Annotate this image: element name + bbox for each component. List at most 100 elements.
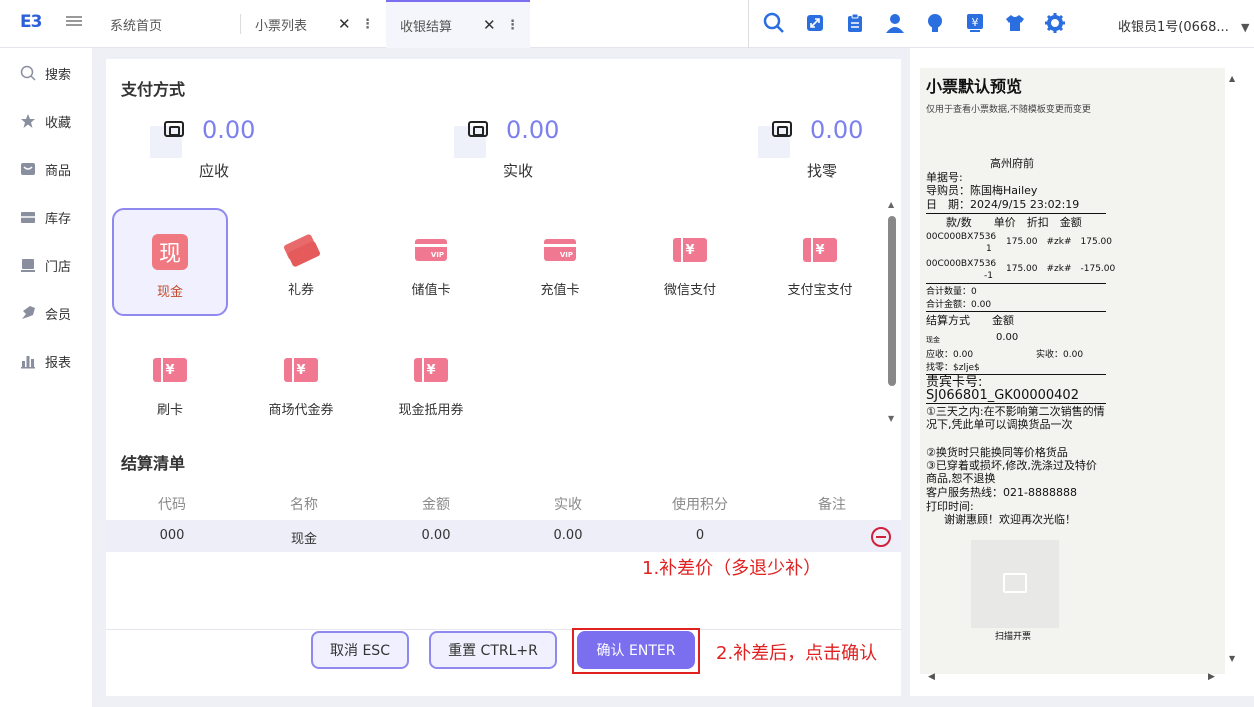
payment-methods: 现 现金 礼券 储值卡 充值卡 ¥ 微信支付 ¥ 支付宝支付 ¥ 刷卡 ¥ 商场… (106, 196, 886, 436)
method-wechat-pay[interactable]: ¥ 微信支付 (632, 208, 748, 316)
sidebar-item-label: 收藏 (45, 115, 72, 131)
scroll-right-icon[interactable]: ▶ (1208, 672, 1215, 682)
expand-icon[interactable] (804, 12, 826, 34)
close-icon[interactable]: ✕ (338, 15, 351, 33)
summary-value: 0.00 (810, 116, 864, 144)
tab-home[interactable]: 系统首页 (110, 0, 240, 48)
scroll-down-icon[interactable]: ▼ (1229, 654, 1235, 663)
cell-received[interactable]: 0.00 (508, 528, 628, 543)
goods-icon (20, 161, 36, 177)
method-recharge-card[interactable]: 充值卡 (502, 208, 618, 316)
receipt-doc-no: 单据号: (926, 171, 963, 184)
receipt-subtitle: 仅用于查看小票数据,不随模板变更而变更 (926, 105, 1091, 115)
receipt-receivable: 应收：0.00 (926, 350, 974, 360)
scroll-down-icon[interactable]: ▼ (888, 414, 894, 423)
receipt-rule (926, 311, 1106, 312)
column-header: 备注 (818, 497, 846, 513)
inventory-icon (20, 209, 36, 225)
chevron-down-icon: ▼ (1240, 21, 1250, 34)
scroll-up-icon[interactable]: ▲ (1229, 74, 1235, 83)
more-icon[interactable]: ⋮ (361, 17, 374, 32)
cell-name: 现金 (290, 532, 317, 547)
method-cash-voucher[interactable]: ¥ 现金抵用券 (373, 328, 489, 436)
receipt-item-line: 175.00 #zk# 175.00 (1006, 237, 1113, 247)
footer-divider (106, 629, 901, 630)
annotation-step1: 1.补差价（多退少补） (642, 558, 822, 579)
tab-label: 小票列表 (255, 18, 308, 34)
shirt-icon[interactable] (1004, 12, 1026, 34)
summary-change: 0.00 找零 (758, 110, 868, 190)
sidebar-item-search[interactable]: 搜索 (20, 61, 71, 85)
column-header: 实收 (554, 497, 582, 513)
summary-received: 0.00 实收 (454, 110, 654, 190)
method-label: 支付宝支付 (787, 283, 853, 298)
receipt-rule-1: ①三天之内:在不影响第二次销售的情况下,凭此单可以调换货品一次 (926, 405, 1105, 431)
receipt-received: 实收：0.00 (1036, 350, 1084, 360)
tab-receipt-list[interactable]: 小票列表 ✕ ⋮ (241, 0, 385, 48)
search-icon[interactable] (763, 12, 785, 34)
remove-row-icon[interactable] (871, 527, 891, 547)
wallet-icon (772, 121, 792, 137)
column-header: 代码 (158, 497, 186, 513)
svg-text:¥: ¥ (972, 16, 979, 29)
method-label: 商场代金券 (268, 403, 334, 418)
column-header: 金额 (422, 497, 450, 513)
method-swipe-card[interactable]: ¥ 刷卡 (112, 328, 228, 436)
sidebar-item-goods[interactable]: 商品 (20, 157, 71, 181)
sidebar-item-inventory[interactable]: 库存 (20, 205, 71, 229)
cancel-button[interactable]: 取消 ESC (311, 631, 409, 669)
more-icon[interactable]: ⋮ (506, 18, 519, 33)
clipboard-icon[interactable] (844, 12, 866, 34)
scroll-thumb[interactable] (888, 216, 896, 386)
search-icon (20, 65, 36, 81)
method-gift-voucher[interactable]: 礼券 (243, 208, 359, 316)
receipt-settle-header: 结算方式 金额 (926, 314, 1014, 327)
app-logo[interactable]: E3 (20, 12, 42, 34)
receipt-vertical-scrollbar[interactable]: ▲ ▼ (1226, 68, 1240, 674)
scroll-left-icon[interactable]: ◀ (928, 672, 935, 682)
sidebar-item-label: 会员 (45, 307, 72, 323)
lightbulb-icon[interactable] (924, 12, 946, 34)
methods-scrollbar[interactable]: ▲ ▼ (886, 196, 900, 426)
store-icon (20, 257, 36, 273)
gift-voucher-icon (283, 233, 321, 268)
user-menu[interactable]: 收银员1号(0668... ▼ (1118, 16, 1249, 35)
scroll-up-icon[interactable]: ▲ (888, 200, 894, 209)
sidebar-item-report[interactable]: 报表 (20, 349, 71, 373)
sidebar-item-favorites[interactable]: 收藏 (20, 109, 71, 133)
close-icon[interactable]: ✕ (483, 16, 496, 34)
sidebar-item-store[interactable]: 门店 (20, 253, 71, 277)
table-row[interactable]: 000 现金 0.00 0.00 0 (106, 520, 901, 552)
menu-toggle-icon[interactable] (66, 14, 82, 30)
method-label: 储值卡 (411, 283, 451, 298)
method-alipay[interactable]: ¥ 支付宝支付 (762, 208, 878, 316)
receipt-horizontal-scrollbar[interactable]: ◀ ▶ (920, 672, 1225, 686)
receipt-guide: 导购员：陈国梅Hailey (926, 184, 1038, 197)
image-icon (1003, 573, 1027, 593)
method-cash[interactable]: 现 现金 (112, 208, 228, 316)
cell-code: 000 (159, 528, 185, 543)
receipt-date: 日 期：2024/9/15 23:02:19 (926, 198, 1080, 211)
summary-receivable: 0.00 应收 (150, 110, 350, 190)
receipt-print-time: 打印时间: (926, 500, 974, 513)
yen-board-icon[interactable]: ¥ (964, 12, 986, 34)
method-stored-value-card[interactable]: 储值卡 (373, 208, 489, 316)
member-icon (20, 305, 36, 321)
receipt-hotline: 客户服务热线：021-8888888 (926, 486, 1077, 499)
mall-voucher-icon: ¥ (284, 358, 318, 382)
receipt-rule (926, 403, 1106, 404)
method-mall-voucher[interactable]: ¥ 商场代金券 (243, 328, 359, 436)
reset-button[interactable]: 重置 CTRL+R (429, 631, 557, 669)
cash-icon: 现 (152, 234, 188, 270)
tab-checkout[interactable]: 收银结算 ✕ ⋮ (386, 0, 530, 48)
sidebar-item-member[interactable]: 会员 (20, 301, 71, 325)
wechat-pay-icon: ¥ (673, 238, 707, 262)
sidebar: 搜索 收藏 商品 库存 门店 会员 报表 (0, 48, 92, 707)
receipt-thanks: 谢谢惠顾！欢迎再次光临！ (944, 513, 1076, 526)
receipt-item-line: 175.00 #zk# -175.00 (1006, 264, 1116, 274)
column-header: 名称 (290, 497, 318, 513)
user-icon[interactable] (884, 12, 906, 34)
gear-icon[interactable] (1044, 12, 1066, 34)
tab-label: 收银结算 (400, 19, 453, 35)
qr-image-placeholder (971, 540, 1059, 628)
